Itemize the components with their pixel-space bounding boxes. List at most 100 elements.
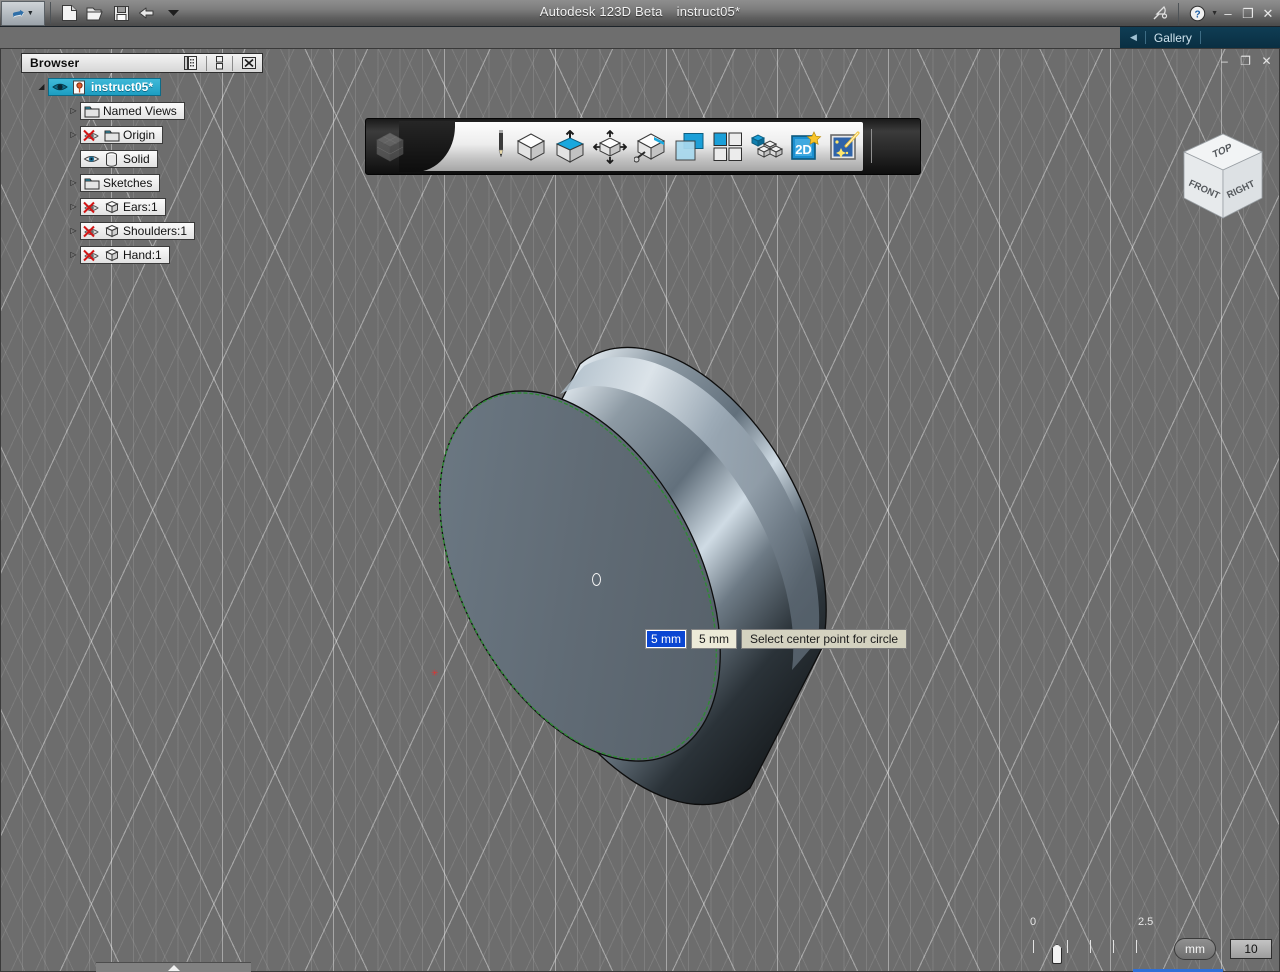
disclosure-triangle-icon[interactable]: ◢ — [35, 83, 48, 91]
satellite-icon[interactable] — [1147, 2, 1173, 26]
browser-settings-icon[interactable] — [216, 56, 223, 70]
tree-item-ears[interactable]: ▷ Ears:1 — [21, 197, 263, 217]
pencil-icon — [498, 129, 504, 158]
divider — [1144, 31, 1146, 44]
tree-item-origin[interactable]: ▷ Origin — [21, 125, 263, 145]
folder-icon — [103, 127, 120, 143]
primitives-tool[interactable] — [515, 127, 547, 167]
open-document-button[interactable] — [82, 1, 108, 25]
chevron-down-icon[interactable]: ▼ — [1211, 10, 1218, 17]
browser-header-icons — [184, 54, 260, 72]
ruler-tick — [1113, 940, 1114, 953]
divider — [1199, 31, 1201, 44]
application-menu-button[interactable]: ➦ ▼ — [1, 0, 45, 26]
document-close-button[interactable]: ✕ — [1259, 53, 1274, 68]
chevron-down-icon: ▼ — [26, 9, 34, 17]
gallery-strip: ◀ Gallery — [0, 27, 1280, 48]
minimize-button[interactable]: – — [1218, 2, 1238, 26]
browser-header: Browser — [21, 53, 263, 73]
disclosure-triangle-icon[interactable]: ▷ — [67, 251, 80, 259]
tree-item-label: Named Views — [103, 104, 177, 118]
dimension-input-primary-value[interactable]: 5 mm — [647, 631, 685, 647]
eye-hidden-icon[interactable] — [83, 127, 100, 143]
tree-chip[interactable]: Named Views — [80, 102, 185, 120]
combine-tool[interactable] — [674, 127, 706, 167]
browser-close-icon[interactable] — [242, 56, 256, 70]
tree-chip[interactable]: instruct05* — [48, 78, 162, 96]
chevron-down-icon — [167, 9, 179, 16]
undo-button[interactable] — [134, 1, 160, 25]
unit-toggle-button[interactable]: mm — [1174, 938, 1216, 960]
eye-icon[interactable] — [51, 79, 68, 95]
eye-hidden-icon[interactable] — [83, 223, 100, 239]
open-folder-icon — [86, 7, 103, 20]
disclosure-triangle-icon[interactable]: ▷ — [67, 203, 80, 211]
tree-item-shoulders[interactable]: ▷ Shoulders:1 — [21, 221, 263, 241]
help-button[interactable]: ? — [1184, 2, 1210, 26]
collapse-arrow-icon[interactable]: ◀ — [1130, 32, 1137, 43]
tree-chip[interactable]: Ears:1 — [80, 198, 166, 216]
four-squares-icon — [713, 132, 742, 161]
origin-point-marker: ✳ — [431, 668, 439, 678]
tree-chip[interactable]: Shoulders:1 — [80, 222, 196, 240]
sketch-tool[interactable] — [494, 127, 508, 167]
tree-chip[interactable]: Solid — [80, 150, 158, 168]
disclosure-triangle-icon[interactable]: ▷ — [67, 131, 80, 139]
ruler-tick — [1136, 940, 1137, 953]
disclosure-triangle-icon[interactable]: ▷ — [67, 179, 80, 187]
gallery-label: Gallery — [1153, 30, 1192, 45]
assembly-tool[interactable] — [750, 127, 783, 167]
scale-slider-handle[interactable] — [1052, 944, 1062, 964]
twod-drawing-tool[interactable]: 2D — [790, 127, 822, 167]
restore-button[interactable]: ❐ — [1238, 2, 1258, 26]
ruler-tick — [1067, 940, 1068, 953]
tree-item-label: instruct05* — [91, 80, 154, 94]
folder-icon — [83, 103, 100, 119]
dimension-input-secondary[interactable]: 5 mm — [691, 629, 737, 649]
browser-filter-icon[interactable] — [184, 56, 197, 70]
tree-item-hand[interactable]: ▷ Hand:1 — [21, 245, 263, 265]
gallery-tab[interactable]: ◀ Gallery — [1120, 27, 1280, 48]
command-input-row: 5 mm 5 mm Select center point for circle — [645, 629, 908, 649]
cube-icon — [516, 132, 546, 161]
panel-expand-handle[interactable] — [96, 962, 251, 972]
grouping-tool[interactable] — [713, 127, 743, 167]
eye-hidden-icon[interactable] — [83, 199, 100, 215]
app-window: ➦ ▼ Autodesk 123D Beta instruct05* ? ▼ –… — [0, 0, 1280, 972]
divider — [232, 55, 233, 71]
disclosure-triangle-icon[interactable]: ▷ — [67, 107, 80, 115]
tree-chip[interactable]: Hand:1 — [80, 246, 170, 264]
eye-icon[interactable] — [83, 151, 100, 167]
smart-tool[interactable] — [829, 127, 861, 167]
viewcube[interactable]: TOP FRONT RIGHT — [1178, 130, 1268, 230]
tree-item-instruct05[interactable]: ◢ instruct05* — [21, 77, 263, 97]
new-document-button[interactable] — [56, 1, 82, 25]
document-restore-button[interactable]: ❐ — [1238, 53, 1253, 68]
modify-tool[interactable] — [593, 127, 627, 167]
save-document-button[interactable] — [108, 1, 134, 25]
close-button[interactable]: ✕ — [1258, 2, 1278, 26]
cursor-circle-indicator — [592, 573, 601, 586]
2d-star-icon: 2D — [791, 130, 822, 160]
toolbar-divider — [50, 2, 51, 24]
eye-hidden-icon[interactable] — [83, 247, 100, 263]
cube-blocks-icon — [750, 133, 783, 158]
pattern-tool[interactable] — [634, 127, 667, 167]
help-circle-icon: ? — [1189, 5, 1205, 22]
tree-chip[interactable]: Origin — [80, 126, 164, 144]
document-minimize-button[interactable]: – — [1217, 53, 1232, 68]
construct-tool[interactable] — [554, 127, 586, 167]
tree-item-named-views[interactable]: ▷ Named Views — [21, 101, 263, 121]
disclosure-triangle-icon[interactable]: ▷ — [67, 227, 80, 235]
tree-item-sketches[interactable]: ▷ Sketches — [21, 173, 263, 193]
title-bar: ➦ ▼ Autodesk 123D Beta instruct05* ? ▼ –… — [0, 0, 1280, 27]
grid-size-box[interactable]: 10 — [1230, 939, 1272, 959]
dimension-input-primary[interactable]: 5 mm — [645, 629, 687, 649]
new-file-icon — [61, 5, 77, 21]
tree-chip[interactable]: Sketches — [80, 174, 161, 192]
file-name-text: instruct05* — [676, 4, 741, 19]
model-cylinder[interactable] — [420, 318, 860, 818]
svg-text:2D: 2D — [795, 142, 812, 157]
tree-item-solid[interactable]: Solid — [21, 149, 263, 169]
customize-qat-button[interactable] — [160, 1, 186, 25]
